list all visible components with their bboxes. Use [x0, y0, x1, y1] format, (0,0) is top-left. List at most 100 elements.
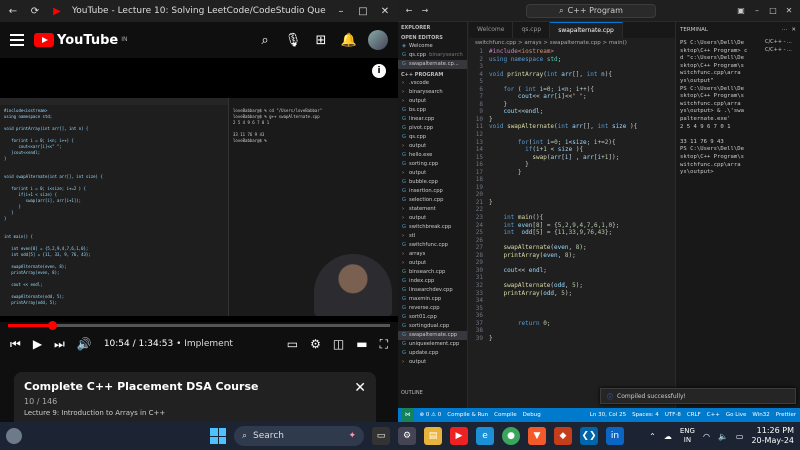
tree-file[interactable]: Greverse.cpp [398, 304, 467, 313]
previous-icon[interactable]: ⏮ [10, 337, 21, 352]
theater-icon[interactable]: ▬ [356, 337, 367, 351]
playlist-title[interactable]: Complete C++ Placement DSA Course [24, 380, 366, 393]
status-debug[interactable]: Debug [523, 412, 541, 418]
tree-folder[interactable]: › output [398, 169, 467, 178]
subtitles-icon[interactable]: ▭ [287, 337, 298, 351]
create-icon[interactable]: ⊞ [312, 33, 330, 48]
layout-icon[interactable]: ▣ [736, 6, 746, 15]
office-icon[interactable]: ◆ [554, 427, 572, 445]
tree-file[interactable]: Gupdate.cpp [398, 349, 467, 358]
playlist-next-item[interactable]: Lecture 9: Introduction to Arrays in C++ [24, 409, 366, 417]
status-encoding[interactable]: UTF-8 [665, 412, 681, 418]
tree-folder[interactable]: › stl [398, 232, 467, 241]
clock[interactable]: 11:26 PM 20-May-24 [751, 426, 794, 446]
settings-icon[interactable]: ⚙ [310, 337, 321, 351]
battery-icon[interactable]: ▭ [736, 432, 744, 441]
tree-file[interactable]: Gsortingdual.cpp [398, 322, 467, 331]
taskbar-search[interactable]: ⌕ Search ✦ [234, 426, 364, 446]
tree-folder[interactable]: › output [398, 214, 467, 223]
language-indicator[interactable]: ENG IN [680, 427, 695, 445]
status-prettier[interactable]: Prettier [776, 412, 796, 418]
status-position[interactable]: Ln 30, Col 25 [590, 412, 626, 418]
brave-icon[interactable]: ▼ [528, 427, 546, 445]
open-editors-header[interactable]: OPEN EDITORS [398, 32, 467, 42]
vscode-app-icon[interactable]: ❮❯ [580, 427, 598, 445]
open-editor-item[interactable]: Gqs.cpp binarysearch [398, 51, 467, 60]
tree-file[interactable]: Ghello.exe [398, 151, 467, 160]
tree-file[interactable]: Gsort01.cpp [398, 313, 467, 322]
terminal-title[interactable]: TERMINAL [680, 27, 708, 33]
code-area[interactable]: 1 #include<iostream> 2 using namespace std;… [469, 48, 675, 342]
editor-tab[interactable]: Welcome [469, 22, 514, 38]
tree-file[interactable]: Gswitchbreak.cpp [398, 223, 467, 232]
tree-file[interactable]: Gmaxmin.cpp [398, 295, 467, 304]
search-icon[interactable]: ⌕ [256, 33, 274, 48]
breadcrumb[interactable]: switchfunc.cpp > arrays > swapalternate.… [469, 38, 675, 48]
close-icon[interactable]: ✕ [378, 6, 392, 17]
outline-header[interactable]: OUTLINE [398, 390, 468, 396]
terminal-instance[interactable]: C/C++ - ... [762, 46, 800, 54]
tree-file[interactable]: Gswapalternate.cpp [398, 331, 467, 340]
tree-file[interactable]: Gselection.cpp [398, 196, 467, 205]
microphone-icon[interactable]: 🎙 [284, 33, 302, 48]
chevron-up-icon[interactable]: ⌃ [649, 432, 656, 441]
weather-icon[interactable] [6, 428, 22, 444]
nav-forward-icon[interactable]: → [420, 6, 430, 15]
open-editor-item[interactable]: Gswapalternate.cp... [398, 60, 467, 69]
status-compile[interactable]: Compile [494, 412, 517, 418]
maximize-icon[interactable]: □ [356, 6, 370, 17]
file-explorer-icon[interactable]: ▤ [424, 427, 442, 445]
tree-file[interactable]: Gbs.cpp [398, 106, 467, 115]
tree-folder[interactable]: › .vscode [398, 79, 467, 88]
tree-folder[interactable]: › statement [398, 205, 467, 214]
volume-icon[interactable]: 🔊 [77, 337, 92, 351]
terminal-instance[interactable]: C/C++ - ... [762, 38, 800, 46]
chapter-title[interactable]: • Implement [176, 339, 233, 349]
editor-tab[interactable]: swapalternate.cpp [550, 22, 623, 38]
info-icon[interactable]: i [372, 64, 386, 78]
tree-folder[interactable]: › output [398, 142, 467, 151]
reload-icon[interactable]: ⟳ [28, 6, 42, 17]
status-language[interactable]: C++ [707, 412, 720, 418]
tree-folder[interactable]: › binarysearch [398, 88, 467, 97]
windows-start-icon[interactable] [210, 428, 226, 444]
tree-file[interactable]: Guniqueelement.cpp [398, 340, 467, 349]
chrome-icon[interactable]: ● [502, 427, 520, 445]
onedrive-icon[interactable]: ☁ [664, 432, 672, 441]
tree-file[interactable]: Gbubble.cpp [398, 178, 467, 187]
code-editor[interactable]: Welcome qs.cpp swapalternate.cpp switchfun… [469, 22, 675, 408]
fullscreen-icon[interactable]: ⛶ [380, 337, 388, 352]
edge-icon[interactable]: e [476, 427, 494, 445]
tree-file[interactable]: Glinsearchdev.cpp [398, 286, 467, 295]
play-icon[interactable]: ▶ [33, 337, 42, 351]
nav-back-icon[interactable]: ← [404, 6, 414, 15]
settings-app-icon[interactable]: ⚙ [398, 427, 416, 445]
panel-close-icon[interactable]: ✕ [791, 27, 796, 33]
terminal-panel[interactable]: TERMINAL ⋯ ✕ PS C:\Users\Dell\De sktop\C… [675, 22, 800, 408]
wifi-icon[interactable]: ◠ [703, 432, 710, 441]
tree-folder[interactable]: › arrays [398, 250, 467, 259]
back-icon[interactable]: ← [6, 6, 20, 17]
command-center-search[interactable]: ⌕ C++ Program [526, 3, 656, 18]
terminal-more-icon[interactable]: ⋯ [782, 27, 788, 33]
youtube-app-icon[interactable]: ▶ [450, 427, 468, 445]
tree-file[interactable]: Gqs.cpp [398, 133, 467, 142]
video-progress-bar[interactable] [8, 321, 390, 330]
next-icon[interactable]: ⏭ [54, 337, 65, 352]
status-go-live[interactable]: Go Live [726, 412, 747, 418]
linkedin-icon[interactable]: in [606, 427, 624, 445]
remote-icon[interactable]: ⋈ [402, 408, 414, 422]
terminal-output[interactable]: PS C:\Users\Dell\De sktop\C++ Program> c… [676, 38, 764, 179]
notification-toast[interactable]: ⓘ Compiled successfully! [600, 388, 796, 404]
tree-folder[interactable]: › output [398, 259, 467, 268]
tree-file[interactable]: Ginsertion.cpp [398, 187, 467, 196]
volume-icon[interactable]: 🔈 [718, 432, 728, 441]
editor-tab[interactable]: qs.cpp [513, 22, 551, 38]
bell-icon[interactable]: 🔔 [340, 33, 358, 48]
minimize-icon[interactable]: – [752, 6, 762, 15]
minimize-icon[interactable]: – [334, 6, 348, 17]
tree-folder[interactable]: › output [398, 358, 467, 367]
status-problems[interactable]: ⊗ 0 ⚠ 0 [420, 412, 442, 418]
video-player[interactable]: i #include<iostream> using namespace std… [0, 58, 398, 351]
tree-file[interactable]: Gbinsearch.cpp [398, 268, 467, 277]
